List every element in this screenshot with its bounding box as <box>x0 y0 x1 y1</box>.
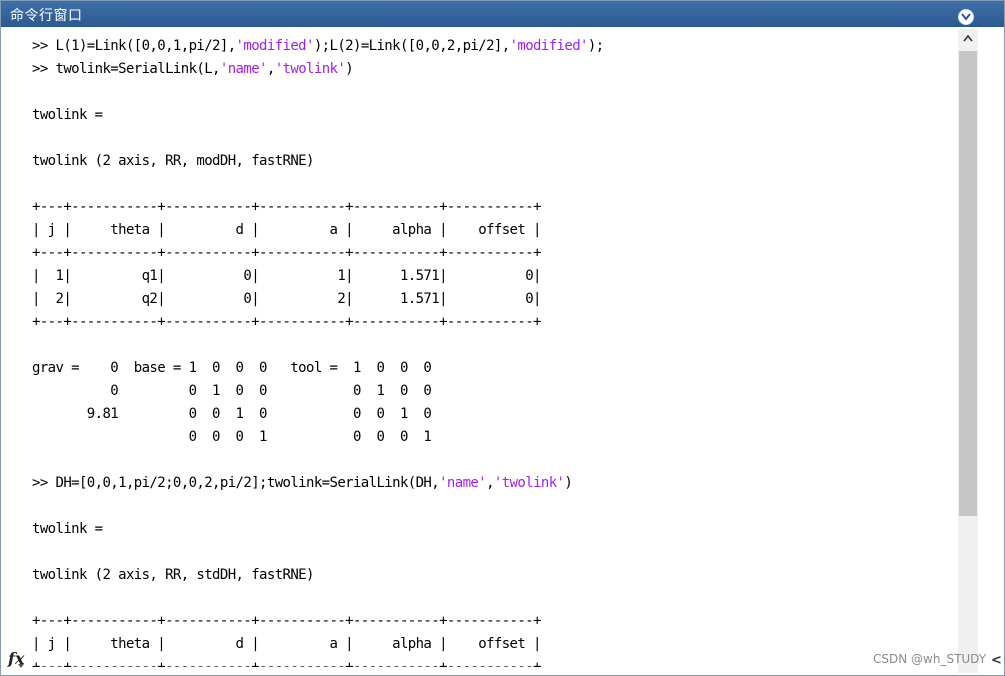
string-literal: 'name' <box>219 61 268 77</box>
output-line: twolink (2 axis, RR, modDH, fastRNE) <box>32 153 314 169</box>
code-text: );L(2)=Link([0,0,2,pi/2], <box>313 38 510 54</box>
output-line: >> twolink=SerialLink(L,'name','twolink'… <box>32 58 354 81</box>
output-line: twolink (2 axis, RR, stdDH, fastRNE) <box>32 567 314 583</box>
chevron-down-circle-icon[interactable] <box>958 9 974 25</box>
scrollbar-thumb[interactable] <box>959 51 977 516</box>
string-literal: 'twolink' <box>493 475 565 491</box>
output-line: 0 0 1 0 0 0 1 0 0 <box>32 383 432 399</box>
scroll-up-arrow-icon[interactable] <box>958 29 978 49</box>
string-literal: 'twolink' <box>274 61 346 77</box>
string-literal: 'modified' <box>235 38 315 54</box>
output-line: +---+-----------+-----------+-----------… <box>32 314 541 330</box>
output-line: +---+-----------+-----------+-----------… <box>32 659 541 667</box>
output-line: 0 0 0 1 0 0 0 1 <box>32 429 432 445</box>
chevron-left-icon[interactable]: < <box>991 653 1002 668</box>
output-line: grav = 0 base = 1 0 0 0 tool = 1 0 0 0 <box>32 360 432 376</box>
command-window: 命令行窗口 >> L(1)=Link([0,0,1,pi/2],'modifie… <box>0 0 1005 676</box>
output-line: | j | theta | d | a | alpha | offset | <box>32 636 541 652</box>
command-output[interactable]: >> L(1)=Link([0,0,1,pi/2],'modified');L(… <box>32 35 952 667</box>
title-bar: 命令行窗口 <box>1 1 1004 27</box>
string-literal: 'name' <box>439 475 487 491</box>
output-line: >> DH=[0,0,1,pi/2;0,0,2,pi/2];twolink=Se… <box>32 472 573 495</box>
output-line: twolink = <box>32 521 103 537</box>
left-margin <box>1 27 29 675</box>
right-edge <box>978 29 1004 675</box>
output-line: | 2| q2| 0| 2| 1.571| 0| <box>32 291 541 307</box>
code-text: ) <box>564 475 573 491</box>
vertical-scrollbar[interactable] <box>958 29 978 673</box>
code-text: , <box>266 61 275 77</box>
code-text: ); <box>587 38 604 54</box>
string-literal: 'modified' <box>509 38 589 54</box>
code-text: >> DH=[0,0,1,pi/2;0,0,2,pi/2];twolink=Se… <box>32 475 440 491</box>
output-line: | j | theta | d | a | alpha | offset | <box>32 222 541 238</box>
window-title: 命令行窗口 <box>10 8 83 24</box>
code-text: >> twolink=SerialLink(L, <box>32 61 220 77</box>
output-line: | 1| q1| 0| 1| 1.571| 0| <box>32 268 541 284</box>
code-text: , <box>486 475 494 491</box>
output-line: +---+-----------+-----------+-----------… <box>32 613 541 629</box>
output-line: twolink = <box>32 107 103 123</box>
output-line: 9.81 0 0 1 0 0 0 1 0 <box>32 406 432 422</box>
code-text: ) <box>345 61 354 77</box>
output-line: +---+-----------+-----------+-----------… <box>32 199 541 215</box>
output-line: +---+-----------+-----------+-----------… <box>32 245 541 261</box>
code-text: >> L(1)=Link([0,0,1,pi/2], <box>32 38 236 54</box>
fx-dropdown-icon[interactable] <box>18 664 24 668</box>
watermark: CSDN @wh_STUDY <box>873 652 987 666</box>
output-line: >> L(1)=Link([0,0,1,pi/2],'modified');L(… <box>32 35 604 58</box>
